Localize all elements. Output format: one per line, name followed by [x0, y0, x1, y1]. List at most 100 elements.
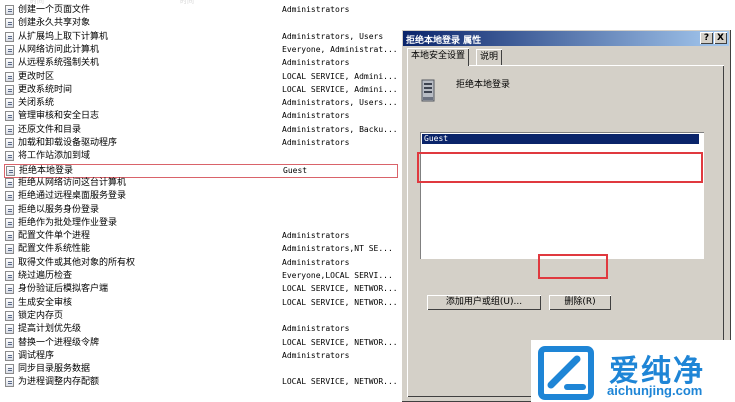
policy-setting: Administrators — [282, 231, 350, 241]
policy-setting: Administrators, Users — [282, 31, 384, 41]
policy-row[interactable]: 身份验证后模拟客户端 LOCAL SERVICE, NETWOR... — [5, 283, 398, 295]
policy-icon — [5, 44, 14, 55]
policy-name: 加载和卸载设备驱动程序 — [18, 138, 118, 148]
policy-icon — [5, 364, 14, 375]
policy-row[interactable]: 创建一个页面文件 Administrators — [5, 4, 398, 16]
policy-row[interactable]: 绕过遍历检查 Everyone,LOCAL SERVI... — [5, 270, 398, 282]
policy-name: 同步目录服务数据 — [18, 364, 91, 375]
policy-row[interactable]: 更改系统时间 LOCAL SERVICE, Admini... — [5, 84, 398, 96]
policy-name: 创建永久共享对象 — [18, 18, 91, 29]
policy-icon — [5, 324, 14, 335]
policy-row[interactable]: 为进程调整内存配额 LOCAL SERVICE, NETWOR... — [5, 376, 398, 388]
policy-name: 从网络访问此计算机 — [18, 44, 100, 55]
policy-setting: LOCAL SERVICE, Admini... — [282, 84, 398, 94]
policy-icon — [5, 31, 14, 42]
policy-row[interactable]: 从网络访问此计算机 Everyone, Administrat... — [5, 44, 398, 56]
policy-icon — [5, 244, 14, 255]
policy-setting: LOCAL SERVICE, NETWOR... — [282, 284, 398, 294]
policy-name: 更改时区 — [18, 71, 55, 82]
policy-row[interactable]: 更改时区 LOCAL SERVICE, Admini... — [5, 71, 398, 83]
policy-row[interactable]: 配置文件单个进程 Administrators — [5, 230, 398, 242]
policy-row[interactable]: 取得文件或其他对象的所有权 Administrators — [5, 257, 398, 269]
policy-icon — [5, 71, 14, 82]
policy-icon — [5, 191, 14, 202]
policy-row[interactable]: 拒绝通过远程桌面服务登录 — [5, 190, 398, 202]
policy-name: 将工作站添加到域 — [18, 151, 91, 162]
policy-row[interactable]: 配置文件系统性能 Administrators,NT SE... — [5, 243, 398, 255]
remove-button[interactable]: 删除(R) — [549, 295, 611, 310]
policy-name: 绕过遍历检查 — [18, 271, 73, 281]
brand-logo-icon — [538, 346, 594, 400]
policy-setting: Everyone, Administrat... — [282, 44, 398, 54]
policy-row[interactable]: 关闭系统 Administrators, Users... — [5, 97, 398, 109]
policy-setting: Administrators — [282, 58, 350, 68]
policy-name: 生成安全审核 — [18, 297, 73, 308]
policy-row-selected[interactable]: 拒绝本地登录 Guest — [4, 163, 398, 178]
policy-setting: LOCAL SERVICE, NETWOR... — [282, 297, 398, 307]
policy-row[interactable]: 锁定内存页 — [5, 310, 398, 322]
annotation-highlight-accounts — [417, 152, 703, 183]
policy-row[interactable]: 从远程系统强制关机 Administrators — [5, 57, 398, 69]
policy-name: 还原文件和目录 — [18, 124, 82, 135]
policy-icon — [5, 177, 14, 188]
policy-icon — [5, 337, 14, 348]
policy-icon — [5, 58, 14, 69]
policy-row[interactable]: 同步目录服务数据 — [5, 363, 398, 375]
policy-row[interactable]: 将工作站添加到域 — [5, 150, 398, 162]
policy-icon — [5, 18, 14, 29]
policy-icon — [5, 98, 14, 109]
account-item-selected[interactable]: Guest — [422, 134, 699, 144]
policy-name: 身份验证后模拟客户端 — [18, 284, 109, 295]
policy-setting: Administrators — [282, 111, 350, 121]
policy-name: 调试程序 — [18, 350, 55, 361]
watermark: 爱纯净 aichunjing.com — [531, 340, 735, 402]
dialog-titlebar[interactable]: 拒绝本地登录 属性 ? X — [403, 31, 729, 46]
policy-icon — [5, 138, 14, 148]
policy-row[interactable]: 加载和卸载设备驱动程序 Administrators — [5, 137, 398, 149]
policy-icon — [5, 257, 14, 268]
policy-setting: Everyone,LOCAL SERVI... — [282, 271, 393, 280]
close-button[interactable]: X — [714, 32, 727, 44]
policy-icon — [5, 5, 14, 15]
policy-row[interactable]: 从扩展坞上取下计算机 Administrators, Users — [5, 31, 398, 43]
policy-row[interactable]: 生成安全审核 LOCAL SERVICE, NETWOR... — [5, 297, 398, 309]
help-button[interactable]: ? — [700, 32, 713, 44]
policy-setting: LOCAL SERVICE, NETWOR... — [282, 337, 398, 347]
policy-icon — [5, 84, 14, 95]
policy-row[interactable]: 拒绝从网络访问这台计算机 — [5, 177, 398, 189]
policy-name: 配置文件单个进程 — [18, 231, 91, 242]
policy-row[interactable]: 提高计划优先级 Administrators — [5, 323, 398, 335]
policy-name: 拒绝以服务身份登录 — [18, 204, 100, 215]
policy-name: 关闭系统 — [18, 98, 55, 109]
policy-icon — [5, 111, 14, 122]
policy-icon — [5, 310, 14, 321]
policy-list: 时间 时间 创建一个页面文件 Administrators 创建永久共享对象 从扩… — [0, 0, 400, 402]
policy-row[interactable]: 拒绝作为批处理作业登录 — [5, 217, 398, 229]
dialog-title: 拒绝本地登录 属性 — [406, 36, 482, 46]
policy-name: 锁定内存页 — [18, 310, 64, 321]
policy-row[interactable]: 创建永久共享对象 — [5, 17, 398, 29]
policy-setting: Administrators — [282, 138, 350, 147]
tab-local-security-setting[interactable]: 本地安全设置 — [407, 48, 470, 66]
policy-row[interactable]: 调试程序 Administrators — [5, 350, 398, 362]
policy-name: 从扩展坞上取下计算机 — [18, 31, 109, 42]
policy-icon — [5, 217, 14, 228]
policy-row[interactable]: 替换一个进程级令牌 LOCAL SERVICE, NETWOR... — [5, 337, 398, 349]
tab-explain[interactable]: 说明 — [476, 49, 503, 65]
policy-row[interactable]: 管理审核和安全日志 Administrators — [5, 110, 398, 122]
policy-row[interactable]: 还原文件和目录 Administrators, Backu... — [5, 124, 398, 136]
policy-name: 创建一个页面文件 — [18, 5, 91, 15]
policy-icon — [5, 231, 14, 242]
watermark-url: aichunjing.com — [607, 383, 703, 398]
policy-name: 管理审核和安全日志 — [18, 111, 100, 122]
policy-icon — [5, 204, 14, 215]
annotation-highlight-remove — [538, 254, 608, 279]
policy-setting: Administrators — [282, 350, 350, 360]
policy-icon — [5, 297, 14, 308]
add-user-or-group-button[interactable]: 添加用户或组(U)... — [427, 295, 541, 310]
policy-icon — [5, 124, 14, 135]
policy-icon — [5, 350, 14, 361]
policy-row[interactable]: 拒绝以服务身份登录 — [5, 204, 398, 216]
policy-icon — [5, 284, 14, 295]
policy-setting: Administrators — [282, 324, 350, 334]
